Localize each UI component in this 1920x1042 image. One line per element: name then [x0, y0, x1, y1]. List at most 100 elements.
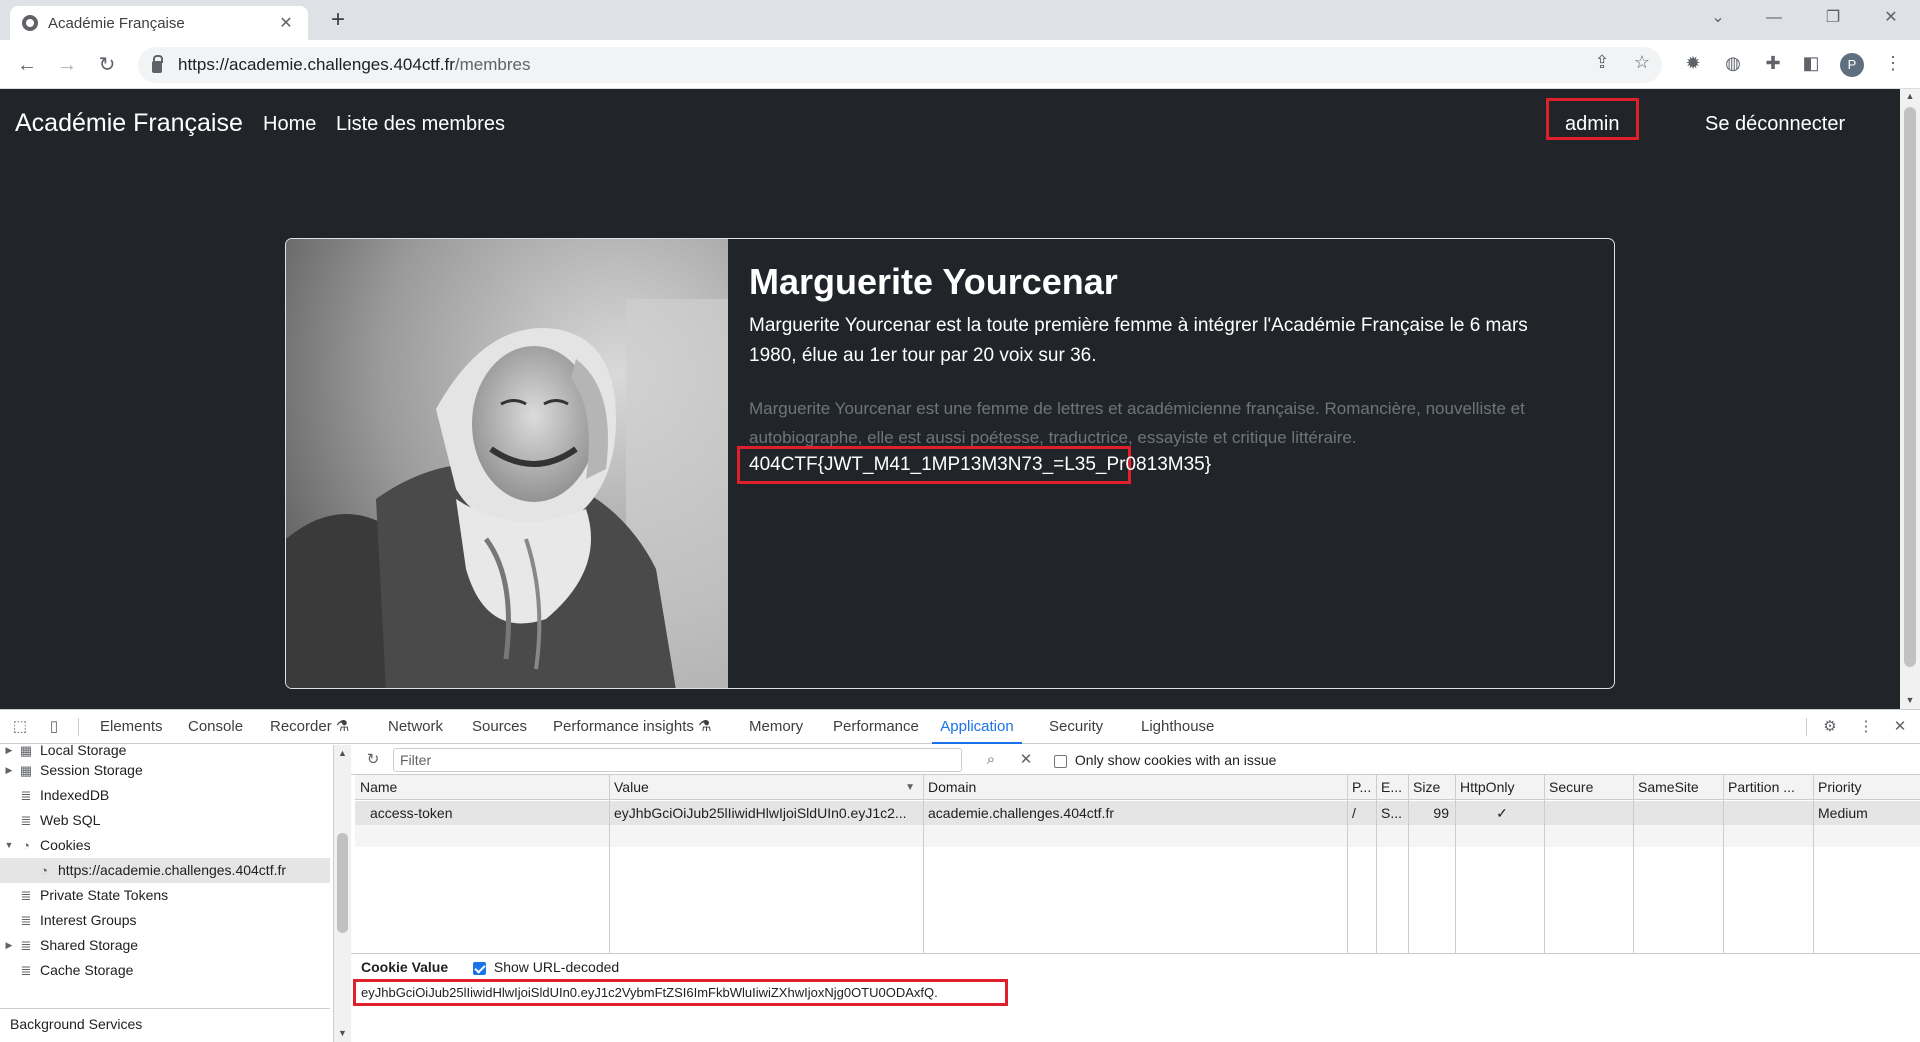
sidebar-item-interest-groups[interactable]: ≣ Interest Groups	[0, 908, 137, 933]
lock-icon[interactable]	[152, 55, 163, 73]
scroll-up-icon[interactable]: ▲	[1900, 91, 1920, 101]
tab-title: Académie Française	[48, 14, 185, 32]
column-header-httponly[interactable]: HttpOnly	[1455, 775, 1544, 800]
sidebar-item-private-state-tokens[interactable]: ≣ Private State Tokens	[0, 883, 169, 908]
clear-filter-icon[interactable]: ⌕	[981, 750, 1001, 770]
puzzle-icon[interactable]: ✚	[1760, 53, 1786, 74]
scroll-down-icon[interactable]: ▼	[334, 1028, 351, 1038]
cookie-value-text[interactable]: eyJhbGciOiJub25lIiwidHlwIjoiSldUIn0.eyJ1…	[361, 985, 938, 1000]
address-bar[interactable]: https://academie.challenges.404ctf.fr/me…	[138, 47, 1662, 83]
sidebar-item-websql[interactable]: ≣ Web SQL	[0, 808, 101, 833]
column-header-value[interactable]: Value ▼	[609, 775, 923, 800]
extension-globe-icon[interactable]: ◍	[1720, 53, 1746, 74]
tab-elements[interactable]: Elements	[100, 710, 163, 744]
refresh-icon[interactable]: ↻	[363, 750, 383, 770]
cell-priority[interactable]: Medium	[1813, 801, 1920, 825]
forward-arrow-icon[interactable]: →	[52, 50, 82, 80]
sidebar-item-cookie-origin[interactable]: ◔ https://academie.challenges.404ctf.fr	[0, 858, 330, 883]
kebab-menu-icon[interactable]: ⋮	[1880, 53, 1906, 74]
cell-httponly[interactable]: ✓	[1455, 801, 1544, 825]
sort-arrow-icon: ▼	[905, 782, 915, 793]
expand-arrow-icon[interactable]: ▶	[0, 758, 18, 783]
page-scroll-thumb[interactable]	[1904, 107, 1916, 667]
tab-performance-insights[interactable]: Performance insights ⚗	[553, 710, 712, 744]
close-window-icon[interactable]: ✕	[1876, 6, 1906, 30]
column-header-priority[interactable]: Priority	[1813, 775, 1920, 800]
tab-performance[interactable]: Performance	[833, 710, 919, 744]
column-header-secure[interactable]: Secure	[1544, 775, 1633, 800]
column-header-samesite[interactable]: SameSite	[1633, 775, 1723, 800]
tab-recorder[interactable]: Recorder ⚗	[270, 710, 349, 744]
star-icon[interactable]: ☆	[1630, 52, 1654, 73]
column-header-size[interactable]: Size	[1408, 775, 1455, 800]
column-header-expires[interactable]: E...	[1376, 775, 1408, 800]
sidebar-item-cookies[interactable]: ▼ ◔ Cookies	[0, 833, 91, 858]
column-header-domain[interactable]: Domain	[923, 775, 1347, 800]
extension-gear-icon[interactable]: ✹	[1680, 53, 1706, 74]
tab-lighthouse[interactable]: Lighthouse	[1141, 710, 1214, 744]
tab-console[interactable]: Console	[188, 710, 243, 744]
scroll-down-icon[interactable]: ▼	[1900, 695, 1920, 705]
nav-home-link[interactable]: Home	[263, 113, 316, 136]
database-icon: ≣	[20, 937, 32, 953]
page-scrollbar[interactable]: ▲ ▼	[1900, 89, 1920, 709]
cell-partition[interactable]	[1723, 801, 1813, 825]
cell-secure[interactable]	[1544, 801, 1633, 825]
collapse-arrow-icon[interactable]: ▼	[0, 833, 18, 858]
cell-name[interactable]: access-token	[365, 801, 609, 825]
delete-all-icon[interactable]: ✕	[1016, 750, 1036, 770]
device-toggle-icon[interactable]: ▯	[44, 717, 64, 737]
close-icon[interactable]: ✕	[1890, 717, 1910, 737]
nav-members-link[interactable]: Liste des membres	[336, 113, 505, 136]
database-icon: ≣	[20, 912, 32, 928]
show-url-decoded-row[interactable]: Show URL-decoded	[473, 959, 619, 975]
reload-icon[interactable]: ↻	[92, 50, 122, 80]
gear-icon[interactable]: ⚙	[1820, 717, 1840, 737]
cell-value[interactable]: eyJhbGciOiJub25lIiwidHlwIjoiSldUIn0.eyJ1…	[609, 801, 923, 825]
cell-samesite[interactable]	[1633, 801, 1723, 825]
column-header-partition[interactable]: Partition ...	[1723, 775, 1813, 800]
show-url-decoded-checkbox[interactable]	[473, 961, 486, 975]
new-tab-button[interactable]: +	[324, 6, 352, 34]
sidebar-scrollbar[interactable]: ▲ ▼	[334, 745, 351, 1042]
database-icon: ≣	[20, 962, 32, 978]
cell-expires[interactable]: S...	[1376, 801, 1408, 825]
scroll-up-icon[interactable]: ▲	[334, 748, 351, 758]
minimize-icon[interactable]: —	[1759, 6, 1789, 30]
sidebar-scroll-thumb[interactable]	[337, 833, 348, 933]
tab-application[interactable]: Application	[932, 710, 1022, 744]
filter-input[interactable]: Filter	[393, 748, 962, 772]
sidebar-item-shared-storage[interactable]: ▶ ≣ Shared Storage	[0, 933, 139, 958]
cell-path[interactable]: /	[1347, 801, 1376, 825]
tab-memory[interactable]: Memory	[749, 710, 803, 744]
tab-network[interactable]: Network	[388, 710, 443, 744]
tab-sources[interactable]: Sources	[472, 710, 527, 744]
devtools-menu-icon[interactable]: ⋮	[1856, 717, 1876, 737]
expand-arrow-icon[interactable]: ▶	[0, 933, 18, 958]
cell-size[interactable]: 99	[1408, 801, 1455, 825]
sidebar-item-indexeddb[interactable]: ≣ IndexedDB	[0, 783, 110, 808]
column-header-name[interactable]: Name	[355, 775, 609, 800]
share-icon[interactable]: ⇪	[1590, 52, 1614, 73]
only-issues-checkbox[interactable]	[1054, 754, 1067, 768]
tab-search-icon[interactable]: ⌄	[1703, 6, 1733, 30]
site-brand[interactable]: Académie Française	[15, 109, 243, 138]
profile-avatar[interactable]: P	[1840, 53, 1864, 77]
close-tab-icon[interactable]: ✕	[276, 13, 296, 33]
only-issues-checkbox-row[interactable]: Only show cookies with an issue	[1054, 752, 1276, 768]
back-arrow-icon[interactable]: ←	[12, 50, 42, 80]
cell-domain[interactable]: academie.challenges.404ctf.fr	[923, 801, 1347, 825]
sidebar-item-label: IndexedDB	[40, 787, 110, 803]
sidebar-section-background-services[interactable]: Background Services	[10, 1016, 142, 1032]
sidebar-item-cache-storage[interactable]: ≣ Cache Storage	[0, 958, 134, 983]
restore-icon[interactable]: ❐	[1818, 6, 1848, 30]
inspect-icon[interactable]: ⬚	[10, 717, 30, 737]
nav-user-link[interactable]: admin	[1565, 113, 1619, 136]
tab-security[interactable]: Security	[1049, 710, 1103, 744]
portrait-image	[286, 239, 728, 688]
logout-link[interactable]: Se déconnecter	[1705, 113, 1845, 136]
sidepanel-icon[interactable]: ◧	[1798, 53, 1824, 74]
sidebar-item-session-storage[interactable]: ▶ ▦ Session Storage	[0, 758, 143, 783]
column-header-path[interactable]: P...	[1347, 775, 1376, 800]
browser-tab[interactable]: Académie Française ✕	[10, 6, 308, 40]
